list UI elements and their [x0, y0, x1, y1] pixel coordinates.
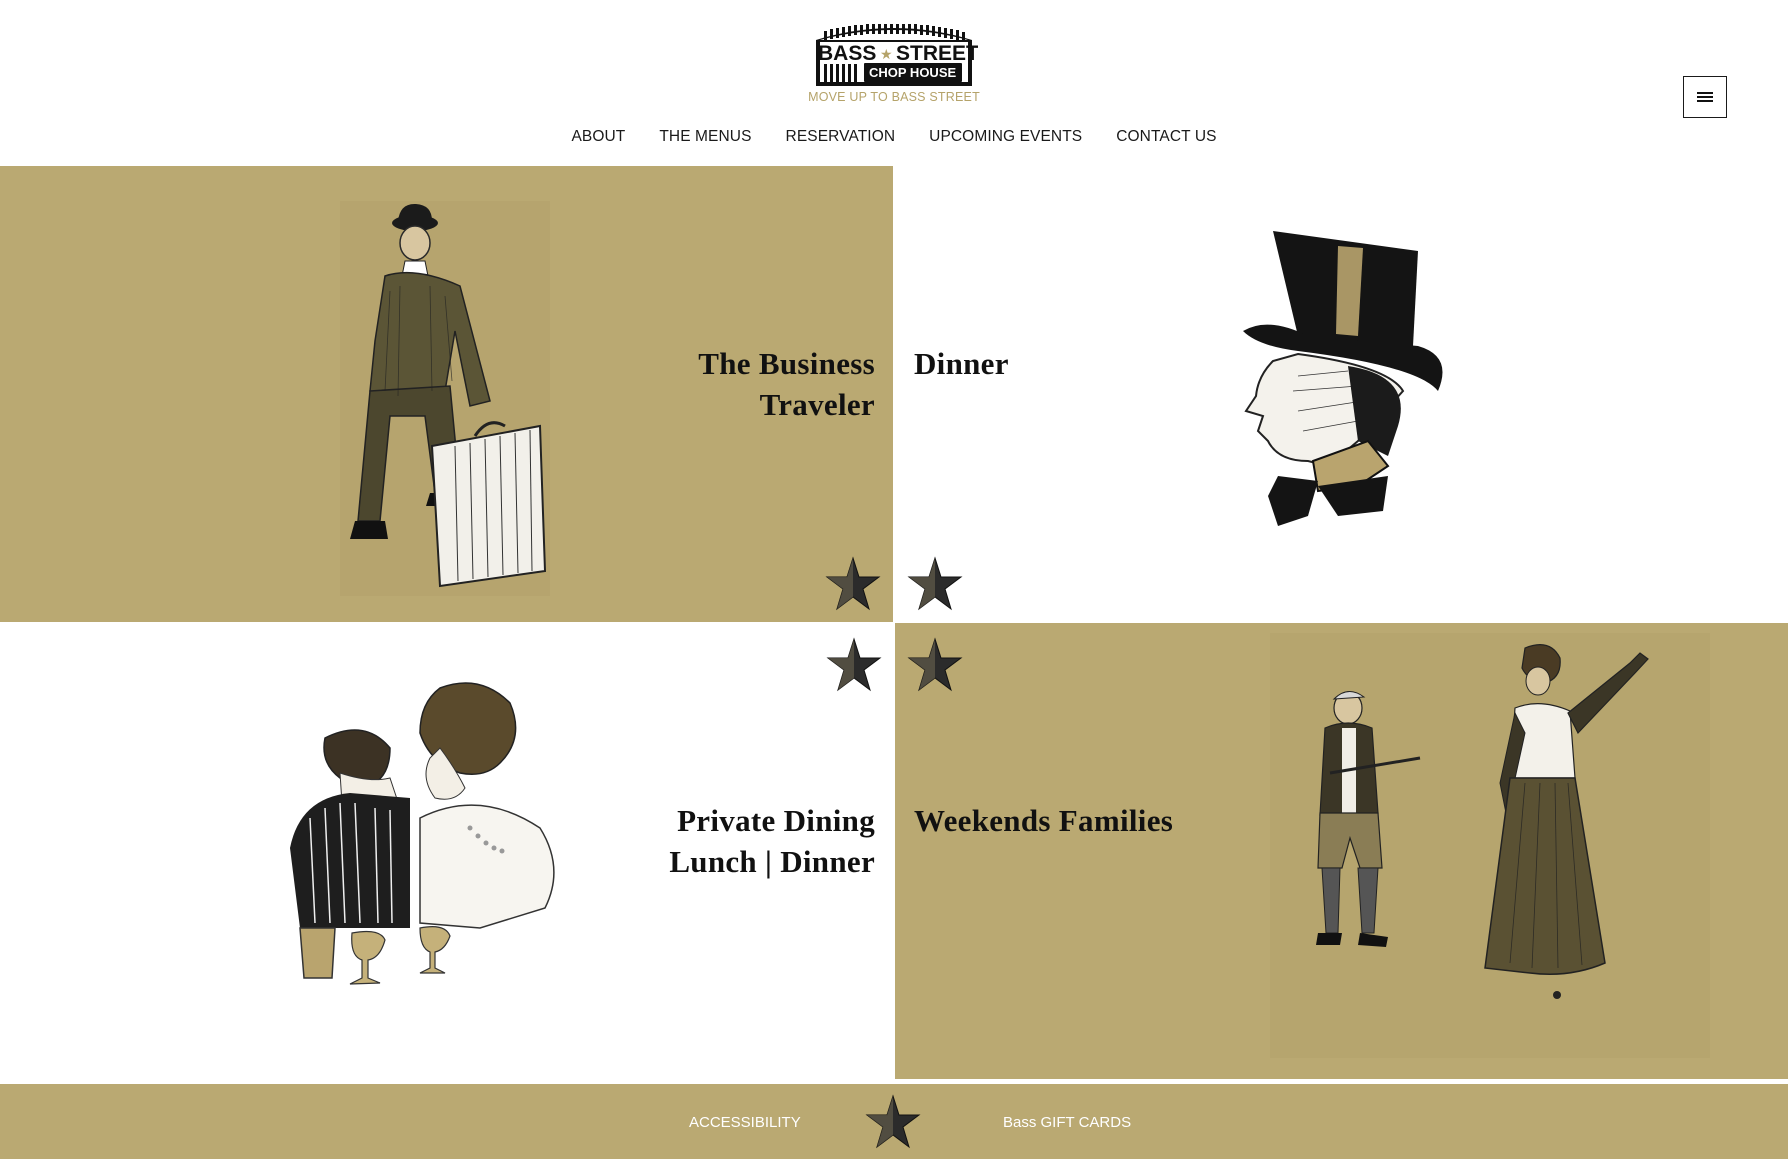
svg-text:★: ★ [880, 47, 893, 63]
golfer-and-lady-illustration [1270, 633, 1710, 1058]
business-traveler-line2: Traveler [759, 387, 875, 422]
nav-the-menus[interactable]: THE MENUS [642, 128, 768, 146]
nav-contact-us[interactable]: CONTACT US [1099, 128, 1233, 146]
logo[interactable]: BASS ★ STREET CHOP HOUSE MOVE UP TO BASS… [808, 22, 980, 104]
site-footer: ACCESSIBILITY Bass GIFT CARDS [0, 1084, 1788, 1159]
panel-dinner[interactable]: Dinner [895, 166, 1788, 622]
main-nav: ABOUT THE MENUS RESERVATION UPCOMING EVE… [0, 128, 1788, 146]
nav-upcoming-events[interactable]: UPCOMING EVENTS [912, 128, 1099, 146]
couple-with-drinks-illustration [290, 682, 555, 985]
top-hat-man-illustration [1243, 231, 1443, 526]
menu-button[interactable] [1683, 76, 1727, 118]
star-icon [907, 556, 963, 611]
private-dining-line2: Lunch | Dinner [669, 844, 875, 879]
star-icon [825, 556, 881, 611]
nav-reservation[interactable]: RESERVATION [769, 128, 913, 146]
site-header: BASS ★ STREET CHOP HOUSE MOVE UP TO BASS… [0, 0, 1788, 166]
private-dining-line1: Private Dining [677, 803, 875, 838]
business-traveler-title[interactable]: The Business Traveler [698, 343, 875, 425]
star-icon [907, 637, 963, 692]
dinner-title[interactable]: Dinner [914, 343, 1009, 384]
star-icon [865, 1094, 921, 1149]
business-traveler-line1: The Business [698, 346, 875, 381]
logo-badge: BASS ★ STREET CHOP HOUSE [816, 24, 978, 86]
private-dining-title[interactable]: Private Dining Lunch | Dinner [669, 800, 875, 882]
panel-private-dining[interactable]: Private Dining Lunch | Dinner [0, 623, 893, 1081]
dinner-line1: Dinner [914, 346, 1009, 381]
nav-about[interactable]: ABOUT [554, 128, 642, 146]
panel-weekends-families[interactable]: Weekends Families [895, 623, 1788, 1079]
logo-word-chophouse: CHOP HOUSE [869, 65, 956, 80]
logo-word-street: STREET [896, 42, 978, 65]
weekends-families-title[interactable]: Weekends Families [914, 800, 1173, 841]
seated-gentleman-illustration [340, 201, 550, 596]
logo-tagline: MOVE UP TO BASS STREET [808, 90, 980, 104]
footer-accessibility-link[interactable]: ACCESSIBILITY [689, 1114, 801, 1131]
star-icon [826, 637, 882, 692]
footer-gift-cards-link[interactable]: Bass GIFT CARDS [1003, 1114, 1131, 1131]
hamburger-icon [1697, 92, 1713, 102]
logo-word-bass: BASS [818, 42, 876, 65]
weekends-families-line1: Weekends Families [914, 803, 1174, 838]
panel-business-traveler[interactable]: The Business Traveler [0, 166, 893, 622]
